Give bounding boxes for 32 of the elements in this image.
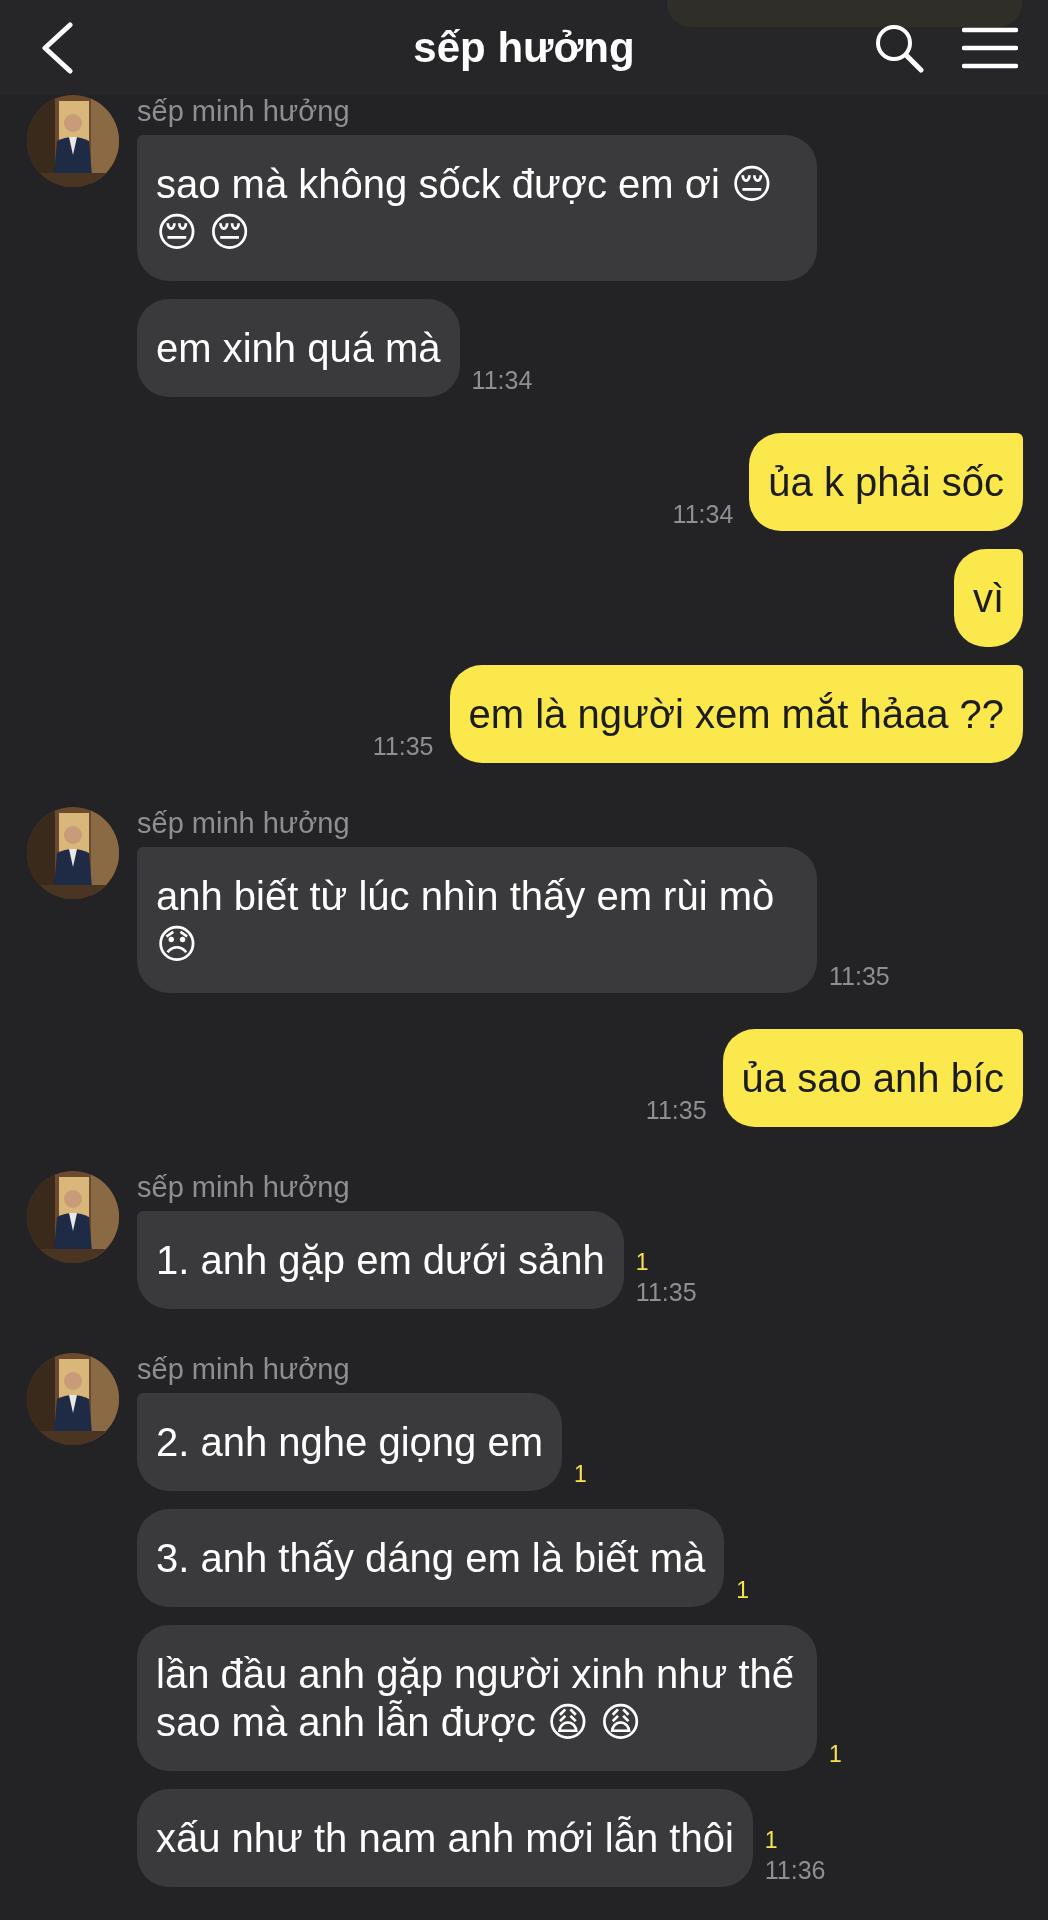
unread-count: 1 — [736, 1576, 750, 1605]
menu-icon[interactable] — [962, 26, 1018, 69]
message-bubble: xấu như th nam anh mới lẫn thôi — [137, 1789, 753, 1887]
unread-count: 1 — [574, 1460, 587, 1489]
message-bubble: ủa sao anh bíc — [722, 1029, 1023, 1127]
unread-count: 1 — [829, 1740, 842, 1769]
message-time: 11:35 — [635, 1277, 697, 1307]
sender-name: sếp minh hưởng — [137, 1353, 351, 1385]
message-time: 11:35 — [829, 961, 890, 991]
message-time: 11:34 — [672, 499, 734, 529]
message-bubble: anh biết từ lúc nhìn thấy em rùi mò 😞 — [137, 847, 817, 993]
unread-count: 1 — [635, 1248, 649, 1277]
message-bubble: lần đầu anh gặp người xinh như thế sao mà anh lẫn được 😩 😩 — [137, 1625, 817, 1771]
unread-count: 1 — [764, 1826, 778, 1855]
sender-name: sếp minh hưởng — [137, 807, 351, 839]
message-time: 11:35 — [372, 731, 434, 761]
message-bubble: 1. anh gặp em dưới sảnh — [137, 1211, 624, 1309]
message-time: 11:35 — [645, 1095, 707, 1125]
back-icon[interactable] — [40, 21, 74, 74]
message-bubble: vì — [953, 549, 1023, 647]
message-time: 11:34 — [471, 365, 533, 395]
sender-name: sếp minh hưởng — [137, 1171, 351, 1203]
message-bubble: ủa k phải sốc — [749, 433, 1023, 531]
chat-title: sếp hưởng — [412, 23, 636, 72]
message-bubble: em là người xem mắt hảaa ?? — [449, 665, 1023, 763]
sender-name: sếp minh hưởng — [137, 95, 351, 127]
message-time: 11:36 — [764, 1855, 826, 1885]
message-bubble: 2. anh nghe giọng em — [137, 1393, 562, 1491]
search-icon[interactable] — [874, 22, 924, 73]
message-bubble: sao mà không sốck được em ơi 😔 😔 😔 — [137, 135, 817, 281]
message-bubble: 3. anh thấy dáng em là biết mà — [137, 1509, 725, 1607]
message-bubble: em xinh quá mà — [137, 299, 460, 397]
